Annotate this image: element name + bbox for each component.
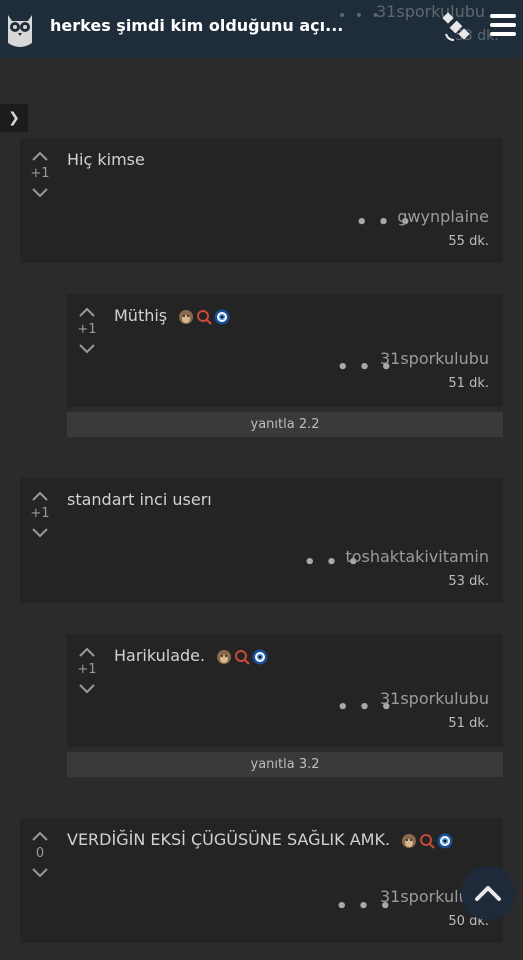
downvote-icon[interactable] [78, 683, 96, 695]
comment-username[interactable]: 31sporkulubu [380, 349, 489, 368]
vote-score: +1 [77, 662, 97, 677]
comment-time: 53 dk. [448, 574, 489, 589]
comment-time: 51 dk. [448, 716, 489, 731]
downvote-icon[interactable] [31, 527, 49, 539]
emoji-group [216, 649, 268, 665]
emoji-group [178, 309, 230, 325]
page-title: herkes şimdi kim olduğunu açı... [50, 16, 344, 35]
scroll-top-icon [475, 886, 501, 901]
top-bar: herkes şimdi kim olduğunu açı... • • • 3… [0, 0, 523, 58]
comment-username[interactable]: gwynplaine [397, 207, 489, 226]
comment-card: +1 Müthiş • • • 31sporkulubu 51 dk. [67, 294, 503, 407]
reply-button[interactable]: yanıtla 2.2 [67, 412, 503, 437]
vote-score: +1 [77, 322, 97, 337]
satellite-icon[interactable] [440, 12, 472, 44]
comment-text-row: VERDİĞİN EKSİ ÇÜGÜSÜNE SAĞLIK AMK. [67, 830, 453, 849]
vote-column: 0 [28, 830, 52, 879]
comment-card: +1 standart inci userı • • • toshaktakiv… [20, 478, 503, 603]
vote-column: +1 [28, 490, 52, 539]
nazar-eye-icon [214, 309, 230, 324]
comment-text: Hiç kimse [67, 150, 145, 169]
chevron-right-icon: ❯ [8, 110, 20, 126]
vote-score: +1 [30, 166, 50, 181]
comment-card: +1 Harikulade. • • • 31sporkulubu 51 dk. [67, 634, 503, 747]
monkey-emoji-icon [179, 309, 194, 324]
comment-text-row: Müthiş [114, 306, 230, 325]
comment-time: 55 dk. [448, 234, 489, 249]
comment-username[interactable]: toshaktakivitamin [345, 547, 489, 566]
downvote-icon[interactable] [31, 187, 49, 199]
vote-column: +1 [28, 150, 52, 199]
nazar-eye-icon [252, 649, 268, 664]
reply-button[interactable]: yanıtla 3.2 [67, 752, 503, 777]
comment-text: VERDİĞİN EKSİ ÇÜGÜSÜNE SAĞLIK AMK. [67, 830, 391, 849]
monkey-emoji-icon [217, 649, 232, 664]
comment-text: Harikulade. [114, 646, 206, 665]
menu-icon[interactable] [490, 14, 516, 40]
monkey-emoji-icon [402, 833, 417, 848]
scroll-top-button[interactable] [461, 866, 515, 920]
upvote-icon[interactable] [31, 150, 49, 162]
upvote-icon[interactable] [31, 830, 49, 842]
vote-score: 0 [35, 846, 45, 861]
red-q-icon [420, 833, 435, 849]
upvote-icon[interactable] [78, 306, 96, 318]
upvote-icon[interactable] [31, 490, 49, 502]
red-q-icon [197, 309, 212, 325]
emoji-group [401, 833, 453, 849]
owl-logo-icon[interactable] [4, 9, 36, 49]
comment-text: Müthiş [114, 306, 168, 325]
nazar-eye-icon [437, 833, 453, 848]
comment-text-row: Harikulade. [114, 646, 268, 665]
sidebar-toggle-button[interactable]: ❯ [0, 104, 28, 132]
upvote-icon[interactable] [78, 646, 96, 658]
comment-card: 0 VERDİĞİN EKSİ ÇÜGÜSÜNE SAĞLIK AMK. • •… [20, 818, 503, 943]
comment-card: +1 Hiç kimse • • • gwynplaine 55 dk. [20, 138, 503, 263]
comment-username[interactable]: 31sporkulubu [380, 689, 489, 708]
vote-column: +1 [75, 646, 99, 695]
vote-column: +1 [75, 306, 99, 355]
comment-time: 51 dk. [448, 376, 489, 391]
comment-text: standart inci userı [67, 490, 212, 509]
red-q-icon [235, 649, 250, 665]
downvote-icon[interactable] [78, 343, 96, 355]
vote-score: +1 [30, 506, 50, 521]
downvote-icon[interactable] [31, 867, 49, 879]
